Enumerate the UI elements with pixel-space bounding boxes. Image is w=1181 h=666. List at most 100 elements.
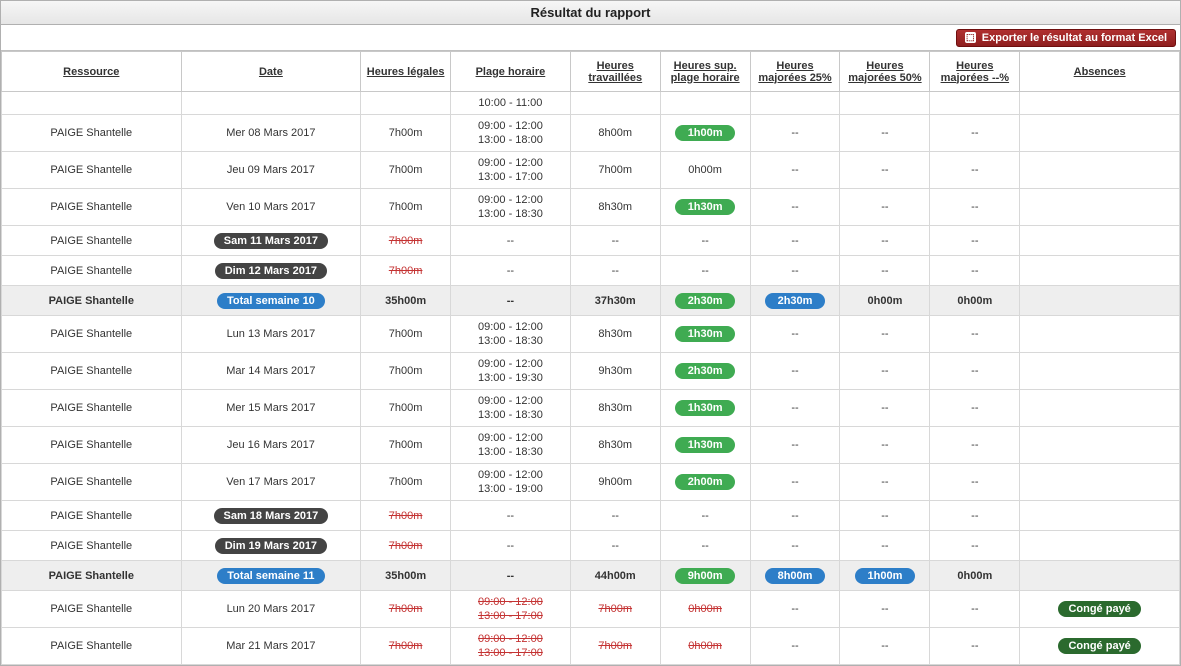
cell (1020, 115, 1180, 152)
cell (570, 92, 660, 115)
cell (1020, 316, 1180, 353)
cell: Mar 21 Mars 2017 (181, 628, 361, 665)
cell: -- (930, 189, 1020, 226)
cell: Mer 08 Mars 2017 (181, 115, 361, 152)
cell: -- (930, 226, 1020, 256)
cell: -- (570, 226, 660, 256)
cell: Congé payé (1020, 628, 1180, 665)
cell: -- (750, 353, 840, 390)
cell: PAIGE Shantelle (2, 256, 182, 286)
col-mx[interactable]: Heures majorées --% (930, 52, 1020, 92)
table-row: 10:00 - 11:00 (2, 92, 1180, 115)
cell: -- (930, 427, 1020, 464)
cell: -- (660, 531, 750, 561)
cell: 7h00m (361, 256, 451, 286)
cell: 0h00m (930, 561, 1020, 591)
cell: 1h00m (840, 561, 930, 591)
cell: -- (451, 561, 571, 591)
cell: 35h00m (361, 286, 451, 316)
cell: -- (930, 501, 1020, 531)
cell: PAIGE Shantelle (2, 189, 182, 226)
cell (1020, 427, 1180, 464)
cell: -- (840, 464, 930, 501)
col-worked[interactable]: Heures travaillées (570, 52, 660, 92)
col-m25[interactable]: Heures majorées 25% (750, 52, 840, 92)
strike-value: 7h00m (389, 640, 423, 652)
cell: 1h30m (660, 189, 750, 226)
cell: 7h00m (570, 152, 660, 189)
col-legal[interactable]: Heures légales (361, 52, 451, 92)
col-overtime[interactable]: Heures sup. plage horaire (660, 52, 750, 92)
cell: Congé payé (1020, 591, 1180, 628)
cell: Jeu 16 Mars 2017 (181, 427, 361, 464)
cell: -- (451, 226, 571, 256)
cell: -- (451, 501, 571, 531)
cell: PAIGE Shantelle (2, 591, 182, 628)
cell: Mar 14 Mars 2017 (181, 353, 361, 390)
strike-value: 7h00m (389, 235, 423, 247)
col-abs[interactable]: Absences (1020, 52, 1180, 92)
cell: PAIGE Shantelle (2, 353, 182, 390)
cell: 7h00m (361, 152, 451, 189)
cell: 7h00m (570, 591, 660, 628)
cell: 09:00 - 12:0013:00 - 18:30 (451, 390, 571, 427)
cell: -- (840, 256, 930, 286)
badge: 8h00m (765, 568, 825, 584)
cell: -- (840, 152, 930, 189)
col-plage[interactable]: Plage horaire (451, 52, 571, 92)
cell (1020, 152, 1180, 189)
cell: 44h00m (570, 561, 660, 591)
cell: PAIGE Shantelle (2, 561, 182, 591)
cell: 7h00m (361, 226, 451, 256)
cell: -- (451, 531, 571, 561)
col-resource[interactable]: Ressource (2, 52, 182, 92)
cell: PAIGE Shantelle (2, 226, 182, 256)
cell (1020, 464, 1180, 501)
cell: -- (930, 115, 1020, 152)
cell: -- (750, 390, 840, 427)
badge: Total semaine 10 (217, 293, 325, 309)
cell: Ven 17 Mars 2017 (181, 464, 361, 501)
cell: 9h00m (570, 464, 660, 501)
cell: 0h00m (840, 286, 930, 316)
badge: 9h00m (675, 568, 735, 584)
cell: 7h00m (361, 316, 451, 353)
col-date[interactable]: Date (181, 52, 361, 92)
cell: -- (570, 531, 660, 561)
cell: 8h30m (570, 390, 660, 427)
cell: -- (840, 591, 930, 628)
cell: -- (840, 628, 930, 665)
badge: 2h30m (675, 363, 735, 379)
cell: -- (930, 390, 1020, 427)
strike-value: 7h00m (389, 540, 423, 552)
badge: 1h30m (675, 199, 735, 215)
cell: -- (750, 189, 840, 226)
cell: 2h30m (750, 286, 840, 316)
cell: -- (750, 427, 840, 464)
table-row: PAIGE Shantelle Mar 21 Mars 2017 7h00m 0… (2, 628, 1180, 665)
cell: PAIGE Shantelle (2, 316, 182, 353)
cell: Sam 18 Mars 2017 (181, 501, 361, 531)
cell: -- (930, 628, 1020, 665)
table-row: PAIGE Shantelle Mer 15 Mars 2017 7h00m 0… (2, 390, 1180, 427)
cell: 0h00m (930, 286, 1020, 316)
col-m50[interactable]: Heures majorées 50% (840, 52, 930, 92)
badge: Sam 11 Mars 2017 (214, 233, 328, 249)
strike-value: 0h00m (688, 640, 722, 652)
cell: Sam 11 Mars 2017 (181, 226, 361, 256)
cell: -- (930, 591, 1020, 628)
export-excel-button[interactable]: ⬚ Exporter le résultat au format Excel (956, 29, 1176, 47)
cell: -- (750, 501, 840, 531)
strike-value: 7h00m (389, 510, 423, 522)
report-table: Ressource Date Heures légales Plage hora… (1, 51, 1180, 665)
cell: -- (750, 464, 840, 501)
cell: -- (451, 256, 571, 286)
cell (1020, 256, 1180, 286)
table-row: PAIGE Shantelle Ven 10 Mars 2017 7h00m 0… (2, 189, 1180, 226)
cell: -- (930, 152, 1020, 189)
cell: 09:00 - 12:0013:00 - 18:30 (451, 189, 571, 226)
cell: 8h00m (570, 115, 660, 152)
table-row: PAIGE Shantelle Mer 08 Mars 2017 7h00m 0… (2, 115, 1180, 152)
strike-value: 7h00m (598, 603, 632, 615)
cell: -- (660, 501, 750, 531)
